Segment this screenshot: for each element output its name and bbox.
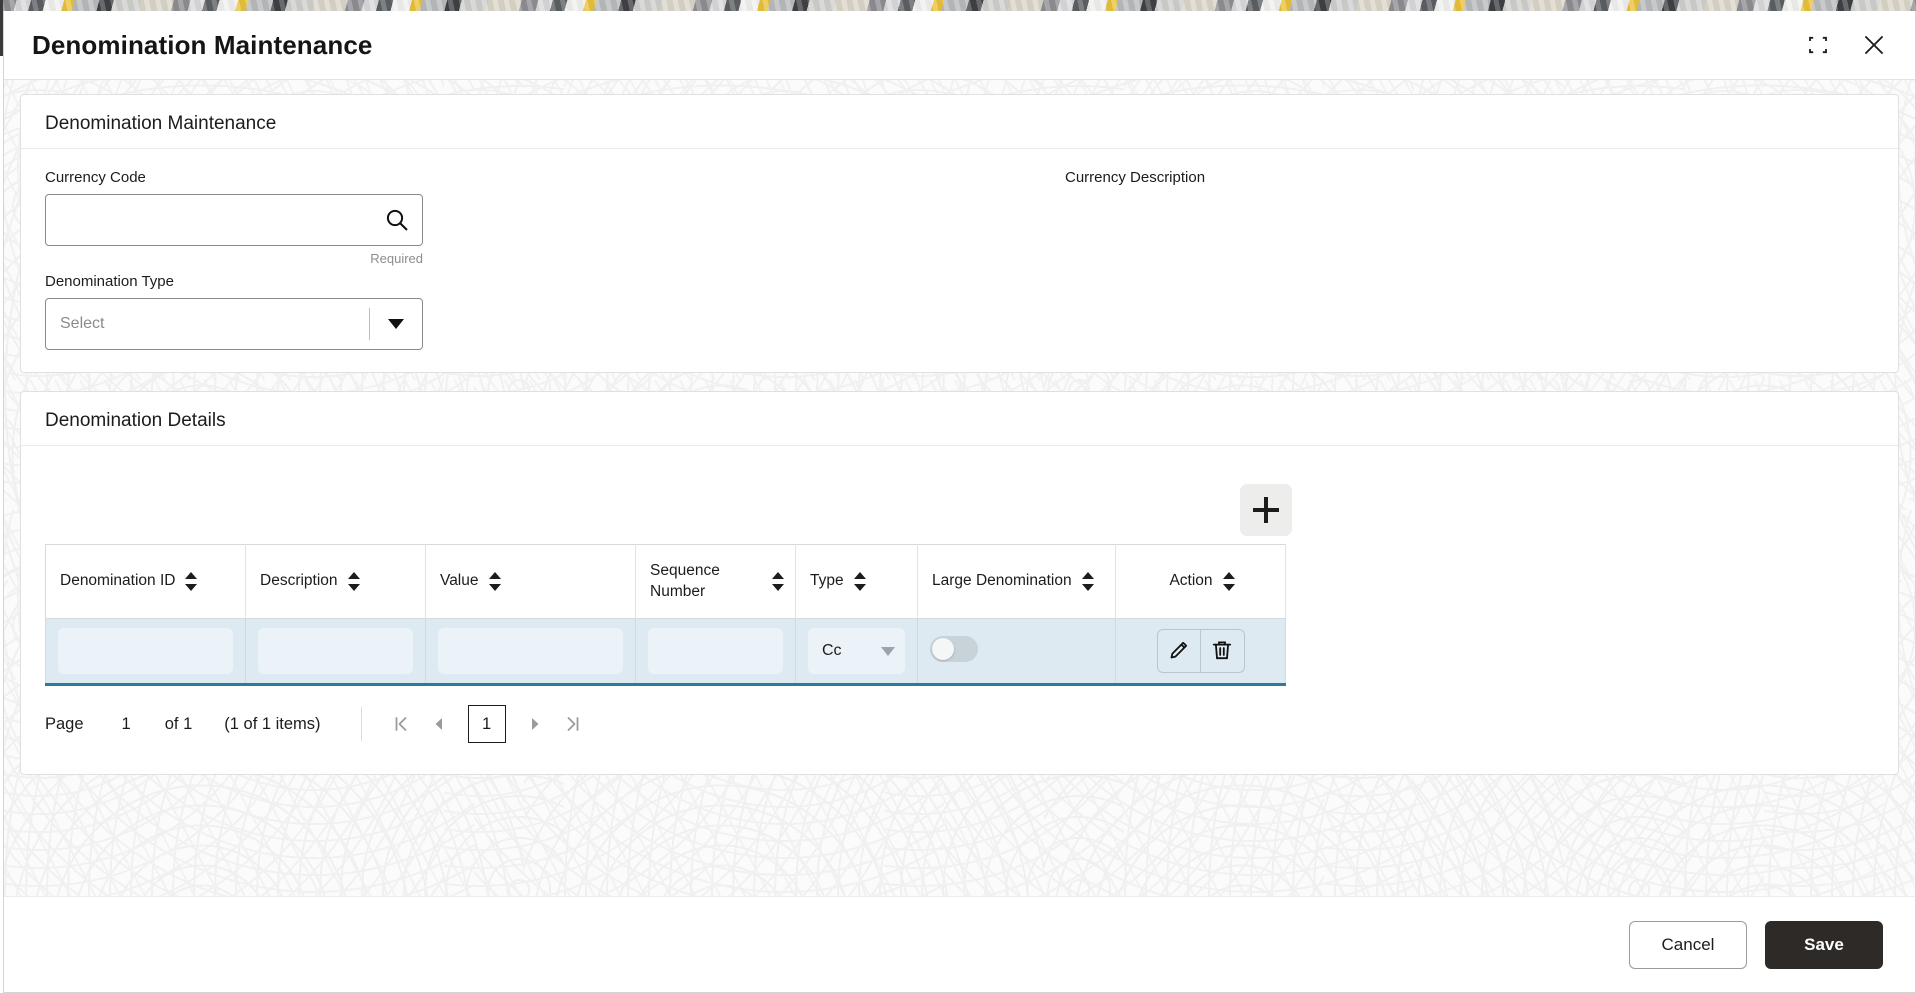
- save-button[interactable]: Save: [1765, 920, 1883, 969]
- trash-icon: [1210, 638, 1234, 665]
- window-controls: [1801, 28, 1891, 62]
- cell-value: [425, 618, 636, 686]
- sort-icon[interactable]: [488, 571, 502, 591]
- sort-icon[interactable]: [772, 572, 785, 591]
- next-page-icon[interactable]: [516, 705, 554, 743]
- table-header-row: Denomination ID Description Value Sequen…: [45, 544, 1286, 619]
- sort-icon[interactable]: [185, 571, 198, 591]
- delete-row-button[interactable]: [1200, 629, 1245, 673]
- sort-icon[interactable]: [853, 571, 867, 591]
- denomination-type-value: Select: [60, 315, 105, 332]
- app-root: Denomination Maintenance Denomination Ma…: [0, 0, 1916, 993]
- column-header-value: Value: [425, 544, 636, 619]
- details-toolbar: [45, 466, 1874, 544]
- table-header: Denomination ID Description Value Sequen…: [45, 544, 1286, 619]
- prev-page-icon[interactable]: [420, 705, 458, 743]
- close-icon[interactable]: [1857, 28, 1891, 62]
- denomination-type-field: Denomination Type Select: [45, 273, 1065, 350]
- denomination-type-select[interactable]: Select: [45, 298, 423, 350]
- table-row: Cc: [45, 618, 1286, 686]
- first-page-icon[interactable]: [382, 705, 420, 743]
- background-image-strip: [0, 0, 1916, 11]
- column-label: Description: [260, 572, 338, 590]
- denomination-type-label: Denomination Type: [45, 273, 174, 290]
- description-input[interactable]: [258, 628, 413, 674]
- cell-type: Cc: [795, 618, 918, 686]
- column-label: Value: [440, 572, 479, 590]
- currency-code-field: [45, 194, 423, 246]
- pagination-current-page: 1: [121, 714, 131, 733]
- modal-header: Denomination Maintenance: [4, 11, 1915, 80]
- column-label: Denomination ID: [60, 572, 176, 590]
- cell-denomination-id: [45, 618, 246, 686]
- last-page-icon[interactable]: [554, 705, 592, 743]
- cell-large-denomination: [917, 618, 1116, 686]
- column-header-action: Action: [1115, 544, 1286, 619]
- collapse-icon[interactable]: [1801, 28, 1835, 62]
- pagination-divider: [360, 707, 362, 741]
- plus-icon: [1253, 497, 1279, 523]
- modal-body: Denomination Maintenance Currency Code R…: [4, 80, 1915, 896]
- sort-icon[interactable]: [1222, 571, 1236, 591]
- column-header-large-denomination: Large Denomination: [917, 544, 1116, 619]
- column-header-denomination-id: Denomination ID: [45, 544, 246, 619]
- denomination-details-table: Denomination ID Description Value Sequen…: [45, 544, 1286, 686]
- row-action-group: [1156, 629, 1245, 673]
- type-select[interactable]: Cc: [808, 628, 905, 674]
- add-row-button[interactable]: [1240, 484, 1292, 536]
- currency-code-label: Currency Code: [45, 169, 146, 186]
- type-select-value: Cc: [822, 642, 842, 659]
- form-column-left: Currency Code Required Denomination Type…: [45, 169, 1065, 350]
- maintenance-section-heading: Denomination Maintenance: [21, 113, 1898, 149]
- maintenance-card: Denomination Maintenance Currency Code R…: [20, 94, 1899, 373]
- column-label: Type: [810, 572, 844, 590]
- value-input[interactable]: [438, 628, 623, 674]
- column-label: Action: [1169, 572, 1213, 590]
- pagination: Page 1 of 1 (1 of 1 items) 1: [45, 686, 1874, 750]
- chevron-down-icon[interactable]: [370, 319, 422, 329]
- maintenance-form: Currency Code Required Denomination Type…: [45, 169, 1874, 350]
- column-header-sequence-number: Sequence Number: [635, 544, 796, 619]
- currency-code-input[interactable]: [45, 194, 423, 246]
- pagination-total-pages: of 1: [164, 714, 193, 733]
- column-header-type: Type: [795, 544, 918, 619]
- chevron-down-icon: [881, 646, 895, 656]
- pagination-page-label: Page: [45, 714, 84, 733]
- search-icon[interactable]: [383, 206, 411, 234]
- cell-action: [1115, 618, 1286, 686]
- denomination-maintenance-modal: Denomination Maintenance Denomination Ma…: [3, 11, 1916, 993]
- cancel-button[interactable]: Cancel: [1629, 920, 1747, 969]
- toggle-knob: [932, 637, 954, 660]
- currency-description-label: Currency Description: [1065, 169, 1206, 186]
- currency-description-value: [1065, 194, 1874, 216]
- table-body: Cc: [45, 618, 1286, 686]
- cell-sequence-number: [635, 618, 796, 686]
- pencil-icon: [1167, 638, 1191, 665]
- pagination-items-count: (1 of 1 items): [224, 714, 321, 733]
- sort-icon[interactable]: [1081, 571, 1095, 591]
- details-card: Denomination Details Denomination ID Des…: [20, 391, 1899, 775]
- edit-row-button[interactable]: [1156, 629, 1201, 673]
- cell-description: [245, 618, 426, 686]
- column-label: Sequence Number: [650, 562, 720, 600]
- sort-icon[interactable]: [347, 571, 361, 591]
- modal-footer: Cancel Save: [4, 896, 1915, 992]
- details-section-heading: Denomination Details: [21, 410, 1898, 446]
- pagination-page-button[interactable]: 1: [467, 705, 506, 743]
- column-header-description: Description: [245, 544, 426, 619]
- column-label: Large Denomination: [932, 572, 1072, 590]
- denomination-id-input[interactable]: [58, 628, 233, 674]
- sequence-number-input[interactable]: [648, 628, 783, 674]
- page-title: Denomination Maintenance: [32, 29, 373, 60]
- currency-code-help-text: Required: [370, 251, 423, 266]
- form-column-right: Currency Description: [1065, 169, 1874, 350]
- large-denomination-toggle[interactable]: [930, 635, 978, 662]
